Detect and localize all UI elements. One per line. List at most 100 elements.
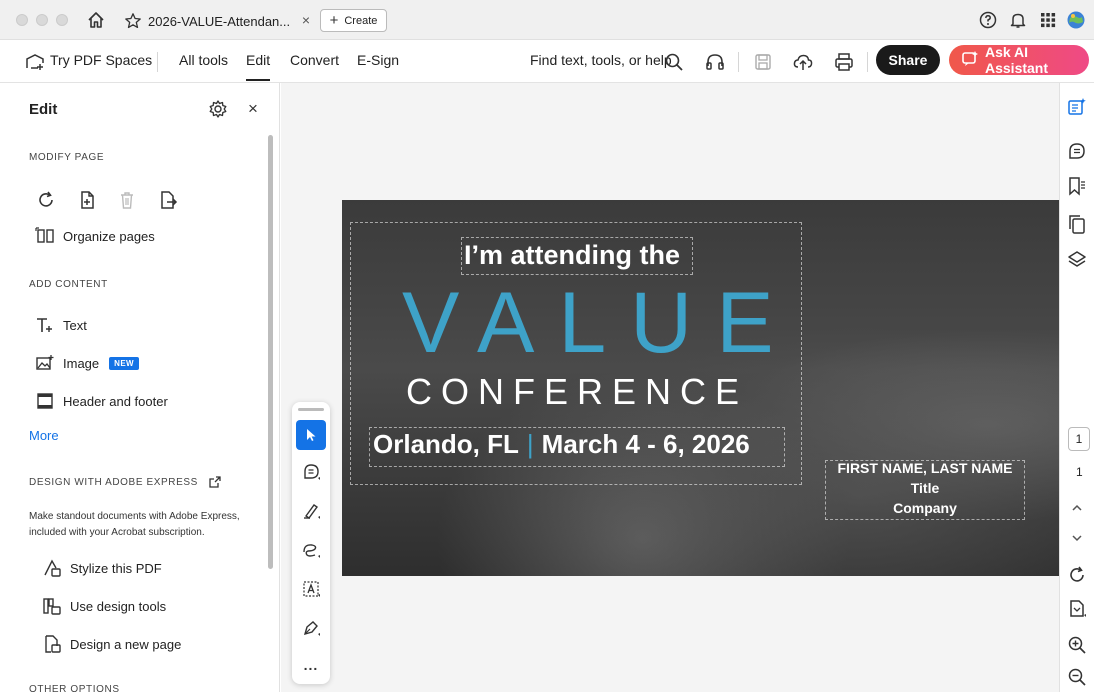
- pdf-spaces-icon[interactable]: [24, 51, 46, 73]
- try-pdf-spaces-link[interactable]: Try PDF Spaces: [50, 52, 152, 68]
- stylize-icon: [44, 559, 61, 577]
- create-label: Create: [344, 14, 378, 27]
- search-icon[interactable]: [663, 51, 685, 73]
- bookmarks-icon[interactable]: [1066, 175, 1088, 197]
- add-text-item[interactable]: Text: [35, 315, 87, 335]
- more-link[interactable]: More: [29, 428, 59, 443]
- section-heading-modify-page: MODIFY PAGE: [29, 152, 105, 163]
- previous-page-chevron-up-icon[interactable]: [1066, 497, 1088, 519]
- minimize-window-button[interactable]: [36, 14, 48, 26]
- layers-icon[interactable]: [1066, 249, 1088, 271]
- highlight-tool-button[interactable]: [296, 496, 326, 526]
- page-display-icon[interactable]: [1066, 598, 1088, 620]
- tab-all-tools[interactable]: All tools: [179, 52, 228, 68]
- comment-icon: [304, 464, 320, 480]
- tab-edit[interactable]: Edit: [246, 52, 271, 81]
- rotate-view-icon[interactable]: [1066, 564, 1088, 586]
- create-button[interactable]: + Create: [320, 9, 387, 32]
- page-thumbnails-icon[interactable]: [1066, 213, 1088, 235]
- organize-pages-item[interactable]: Organize pages: [35, 226, 155, 246]
- more-tools-button[interactable]: ...: [296, 650, 326, 680]
- toolbar-divider: [157, 52, 158, 72]
- tab-close-icon[interactable]: ×: [302, 12, 310, 28]
- ask-ai-assistant-button[interactable]: Ask AI Assistant: [949, 44, 1089, 76]
- total-pages: 1: [1076, 465, 1083, 479]
- header-footer-item[interactable]: Header and footer: [35, 391, 168, 411]
- design-tools-item[interactable]: Use design tools: [42, 596, 166, 616]
- attendee-info[interactable]: FIRST NAME, LAST NAME Title Company: [825, 458, 1025, 518]
- zoom-out-icon[interactable]: [1066, 666, 1088, 688]
- comment-tool-button[interactable]: [296, 457, 326, 487]
- settings-gear-icon[interactable]: [208, 99, 228, 119]
- help-icon[interactable]: [978, 10, 998, 30]
- current-page-input[interactable]: 1: [1068, 427, 1090, 451]
- extract-page-icon[interactable]: [157, 189, 179, 211]
- close-window-button[interactable]: [16, 14, 28, 26]
- separator-bar: |: [526, 429, 534, 459]
- notification-bell-icon[interactable]: [1008, 10, 1028, 30]
- text-box-tool-button[interactable]: [296, 574, 326, 604]
- organize-pages-icon: [35, 227, 54, 243]
- comments-icon[interactable]: [1066, 140, 1088, 162]
- edit-panel: Edit × MODIFY PAGE Organize pages ADD CO…: [0, 83, 280, 692]
- delete-page-icon[interactable]: [116, 189, 138, 211]
- text-label: Text: [63, 317, 87, 333]
- image-icon: [36, 355, 54, 370]
- close-panel-icon[interactable]: ×: [248, 99, 258, 119]
- print-icon[interactable]: [833, 51, 855, 73]
- zoom-in-icon[interactable]: [1066, 634, 1088, 656]
- draw-tool-button[interactable]: [296, 535, 326, 565]
- upload-cloud-icon[interactable]: [792, 51, 814, 73]
- star-icon[interactable]: [124, 12, 142, 30]
- design-new-page-item[interactable]: Design a new page: [42, 634, 181, 654]
- header-footer-icon: [37, 393, 53, 409]
- next-page-chevron-down-icon[interactable]: [1066, 527, 1088, 549]
- attendee-name: FIRST NAME, LAST NAME: [837, 460, 1013, 476]
- ai-summary-icon[interactable]: [1066, 96, 1088, 118]
- title-bar: 2026-VALUE-Attendan... × + Create: [0, 0, 1094, 40]
- main-toolbar: Try PDF Spaces All tools Edit Convert E-…: [0, 40, 1094, 83]
- stylize-pdf-item[interactable]: Stylize this PDF: [42, 558, 162, 578]
- pdf-page[interactable]: I’m attending the VALUE CONFERENCE Orlan…: [342, 200, 1059, 576]
- design-tools-label: Use design tools: [70, 598, 167, 614]
- dates-text: March 4 - 6, 2026: [541, 429, 750, 459]
- tab-convert[interactable]: Convert: [290, 52, 339, 68]
- rotate-page-icon[interactable]: [35, 189, 57, 211]
- document-tab[interactable]: 2026-VALUE-Attendan... ×: [118, 6, 314, 36]
- share-button[interactable]: Share: [876, 45, 940, 75]
- toolbar-divider: [867, 52, 868, 72]
- attending-text[interactable]: I’m attending the: [464, 240, 680, 271]
- fountain-pen-icon: [303, 621, 320, 636]
- tab-esign[interactable]: E-Sign: [357, 52, 399, 68]
- zoom-window-button[interactable]: [56, 14, 68, 26]
- text-box-icon: [303, 581, 320, 597]
- external-link-icon[interactable]: [208, 475, 222, 489]
- attendee-company: Company: [893, 500, 957, 516]
- save-icon[interactable]: [752, 51, 774, 73]
- panel-scrollbar[interactable]: [268, 135, 273, 569]
- section-heading-add-content: ADD CONTENT: [29, 279, 108, 290]
- design-express-heading: DESIGN WITH ADOBE EXPRESS: [29, 475, 230, 489]
- find-help-label[interactable]: Find text, tools, or help: [530, 52, 672, 68]
- drag-handle[interactable]: [298, 408, 324, 411]
- conference-title[interactable]: CONFERENCE: [406, 371, 748, 413]
- highlighter-icon: [304, 504, 320, 519]
- city-text: Orlando, FL: [373, 429, 519, 459]
- read-aloud-headphones-icon[interactable]: [704, 51, 726, 73]
- insert-page-icon[interactable]: [77, 189, 99, 211]
- tab-title: 2026-VALUE-Attendan...: [148, 13, 291, 29]
- user-avatar[interactable]: [1066, 10, 1086, 30]
- value-title[interactable]: VALUE: [402, 274, 798, 373]
- home-icon[interactable]: [86, 10, 106, 30]
- attendee-title: Title: [910, 480, 940, 496]
- plus-icon: +: [329, 12, 339, 29]
- panel-title: Edit: [29, 101, 58, 118]
- sign-tool-button[interactable]: [296, 613, 326, 643]
- design-express-label: DESIGN WITH ADOBE EXPRESS: [29, 476, 198, 488]
- location-date-line[interactable]: Orlando, FL | March 4 - 6, 2026: [373, 429, 750, 460]
- select-tool-button[interactable]: [296, 420, 326, 450]
- document-canvas[interactable]: I’m attending the VALUE CONFERENCE Orlan…: [281, 83, 1059, 692]
- toolbar-divider: [738, 52, 739, 72]
- add-image-item[interactable]: Image NEW: [35, 353, 140, 373]
- apps-grid-icon[interactable]: [1038, 10, 1058, 30]
